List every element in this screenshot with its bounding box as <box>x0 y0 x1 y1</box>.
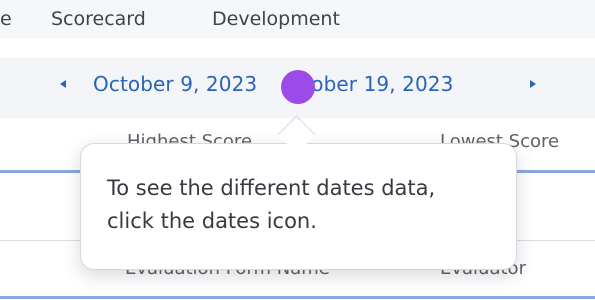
dates-icon-highlight[interactable] <box>281 70 315 104</box>
nav-tab-partial[interactable]: e <box>0 8 12 30</box>
nav-tab-development[interactable]: Development <box>212 8 340 30</box>
footer-divider <box>0 296 595 299</box>
nav-tab-scorecard[interactable]: Scorecard <box>51 8 146 30</box>
chevron-left-icon[interactable] <box>60 80 66 88</box>
tooltip-text: To see the different dates data, click t… <box>107 176 436 233</box>
date-range-start[interactable]: October 9, 2023 <box>93 72 257 96</box>
date-range-end[interactable]: ctober 19, 2023 <box>292 72 453 96</box>
date-range-label[interactable]: October 9, 2023 ctober 19, 2023 <box>93 72 453 96</box>
chevron-right-icon[interactable] <box>530 80 536 88</box>
